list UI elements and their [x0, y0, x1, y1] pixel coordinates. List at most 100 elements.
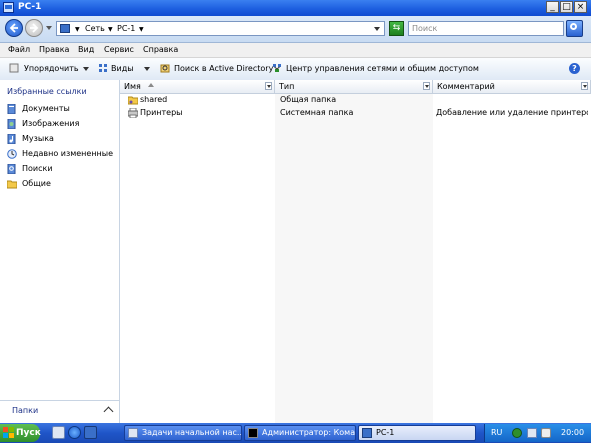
column-headers: Имя Тип Комментарий — [120, 80, 591, 94]
sorted-column-highlight — [275, 93, 433, 423]
sort-ascending-icon — [148, 83, 154, 87]
directory-search-icon — [160, 64, 170, 73]
windows-logo-icon — [3, 427, 14, 438]
taskbar-button-pc1[interactable]: PC-1 — [358, 425, 476, 441]
network-status-icon[interactable] — [527, 428, 537, 438]
menu-view[interactable]: Вид — [78, 44, 94, 56]
taskbar-button-initial-tasks[interactable]: Задачи начальной нас... — [124, 425, 242, 441]
refresh-icon: ⇆ — [392, 23, 401, 33]
sidebar-item-label: Общие — [22, 179, 51, 188]
chevron-down-icon — [143, 66, 150, 71]
list-item[interactable]: shared Общая папка — [120, 94, 591, 106]
notification-area: RU 20:00 — [484, 424, 591, 442]
network-center-button[interactable]: Центр управления сетями и общим доступом — [286, 63, 479, 75]
search-ad-button[interactable]: Поиск в Active Directory — [174, 63, 273, 75]
column-header-label: Имя — [124, 82, 141, 91]
search-placeholder: Поиск — [412, 24, 438, 33]
shared-folder-icon — [128, 96, 138, 105]
navigation-bar: ▼ Сеть ▼ PC-1 ▼ ⇆ Поиск — [0, 16, 591, 43]
minimize-button[interactable]: _ — [546, 1, 559, 13]
search-button[interactable] — [566, 20, 583, 37]
refresh-button[interactable]: ⇆ — [389, 21, 404, 36]
task-label: PC-1 — [376, 428, 395, 437]
navigation-pane: Избранные ссылки Документы Изображения М… — [0, 80, 120, 423]
search-input[interactable]: Поиск — [408, 21, 564, 36]
menu-file[interactable]: Файл — [8, 44, 30, 56]
close-button[interactable]: × — [574, 1, 587, 13]
volume-muted-icon[interactable] — [541, 428, 551, 438]
arrow-right-icon — [30, 23, 39, 33]
window-title: PC-1 — [18, 2, 42, 12]
item-name: Принтеры — [140, 108, 183, 117]
favorite-links-title: Избранные ссылки — [7, 87, 87, 96]
file-list: Имя Тип Комментарий shared Общая папка П… — [120, 80, 591, 423]
breadcrumb-separator[interactable]: ▼ — [108, 23, 113, 35]
organize-label: Упорядочить — [24, 64, 79, 73]
recent-icon — [7, 149, 17, 159]
breadcrumb-separator[interactable]: ▼ — [75, 23, 80, 35]
column-header-name[interactable]: Имя — [120, 80, 275, 93]
command-bar: Упорядочить Виды Поиск в Active Director… — [0, 58, 591, 81]
task-label: Задачи начальной нас... — [142, 428, 242, 437]
menu-edit[interactable]: Правка — [39, 44, 69, 56]
clock: 20:00 — [561, 428, 585, 437]
sidebar-item-label: Поиски — [22, 164, 53, 173]
column-filter-dropdown[interactable] — [265, 82, 272, 90]
taskbar-button-command-prompt[interactable]: Администратор: Кома... — [244, 425, 356, 441]
maximize-button[interactable]: □ — [560, 1, 573, 13]
organize-icon — [9, 63, 19, 73]
item-type: Общая папка — [280, 95, 337, 104]
breadcrumb-network[interactable]: Сеть — [85, 23, 105, 34]
documents-icon — [7, 104, 16, 114]
breadcrumb-separator[interactable]: ▼ — [139, 23, 144, 35]
taskbar: Пуск Задачи начальной нас... Администрат… — [0, 423, 591, 443]
network-center-icon — [273, 64, 281, 72]
start-button[interactable]: Пуск — [0, 424, 41, 442]
internet-explorer-icon[interactable] — [68, 426, 81, 439]
server-manager-icon[interactable] — [52, 426, 65, 439]
tasks-icon — [128, 428, 138, 438]
column-filter-dropdown[interactable] — [581, 82, 588, 90]
back-button[interactable] — [5, 19, 23, 37]
searches-icon — [7, 164, 16, 174]
security-icon[interactable] — [512, 428, 522, 438]
folders-toggle[interactable]: Папки — [0, 400, 119, 423]
title-bar[interactable]: PC-1 _ □ × — [0, 0, 591, 16]
language-indicator[interactable]: RU — [491, 426, 502, 440]
recent-pages-dropdown[interactable] — [46, 26, 52, 30]
menu-help[interactable]: Справка — [143, 44, 178, 56]
column-header-type[interactable]: Тип — [275, 80, 433, 93]
task-label: Администратор: Кома... — [262, 428, 356, 437]
address-dropdown[interactable] — [374, 27, 380, 31]
item-type: Системная папка — [280, 108, 354, 117]
forward-button[interactable] — [25, 19, 43, 37]
organize-button[interactable]: Упорядочить — [24, 63, 89, 75]
chevron-down-icon — [82, 66, 89, 71]
music-icon — [7, 134, 16, 144]
column-filter-dropdown[interactable] — [423, 82, 430, 90]
computer-icon — [3, 2, 14, 13]
breadcrumb-pc[interactable]: PC-1 — [117, 23, 135, 34]
start-label: Пуск — [16, 428, 41, 438]
explorer-window: PC-1 _ □ × ▼ Сеть ▼ PC-1 ▼ ⇆ Поиск Файл … — [0, 0, 591, 423]
column-header-label: Комментарий — [437, 82, 495, 91]
views-button[interactable]: Виды — [111, 63, 150, 75]
menu-tools[interactable]: Сервис — [104, 44, 134, 56]
sidebar-item-label: Музыка — [22, 134, 54, 143]
chevron-up-icon — [103, 406, 114, 417]
pictures-icon — [7, 119, 16, 129]
sidebar-item-label: Недавно измененные — [22, 149, 114, 158]
command-prompt-icon — [248, 428, 258, 438]
item-comment: Добавление или удаление принтеро... — [436, 108, 588, 117]
show-desktop-icon[interactable] — [84, 426, 97, 439]
views-icon — [99, 64, 107, 72]
help-icon[interactable]: ? — [569, 63, 580, 74]
list-item[interactable]: Принтеры Системная папка Добавление или … — [120, 107, 591, 119]
network-icon — [60, 24, 70, 33]
public-icon — [7, 180, 17, 189]
item-name: shared — [140, 95, 168, 104]
column-header-comment[interactable]: Комментарий — [433, 80, 591, 93]
folders-label: Папки — [12, 406, 39, 415]
address-bar[interactable]: ▼ Сеть ▼ PC-1 ▼ — [56, 21, 385, 36]
menu-bar: Файл Правка Вид Сервис Справка — [0, 43, 591, 58]
